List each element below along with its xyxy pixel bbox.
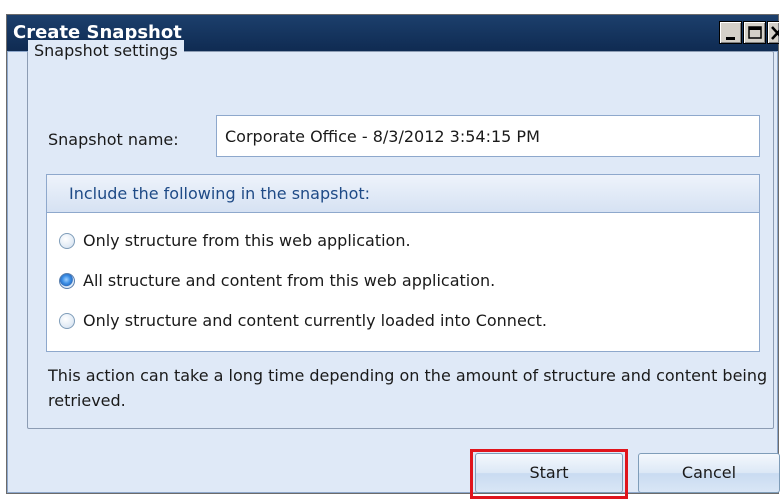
minimize-icon: [726, 37, 735, 40]
maximize-icon: [748, 26, 762, 39]
start-button[interactable]: Start: [475, 453, 623, 493]
close-button[interactable]: [767, 21, 779, 44]
radio-button-checked[interactable]: [59, 272, 75, 289]
include-options-panel: Include the following in the snapshot: O…: [46, 174, 760, 352]
info-message: This action can take a long time dependi…: [48, 366, 768, 410]
option-loaded-into-connect[interactable]: Only structure and content currently loa…: [59, 307, 547, 335]
group-label: Snapshot settings: [28, 40, 184, 62]
snapshot-name-label: Snapshot name:: [48, 130, 179, 149]
maximize-button[interactable]: [743, 21, 766, 44]
snapshot-name-input[interactable]: [216, 115, 760, 157]
close-icon: [771, 26, 779, 40]
cancel-button[interactable]: Cancel: [638, 453, 780, 493]
radio-button[interactable]: [59, 232, 75, 249]
option-label: Only structure and content currently loa…: [83, 311, 547, 330]
radio-button[interactable]: [59, 312, 75, 329]
option-label: Only structure from this web application…: [83, 231, 411, 250]
option-label: All structure and content from this web …: [83, 271, 496, 290]
include-options-header: Include the following in the snapshot:: [47, 175, 759, 213]
create-snapshot-dialog: Create Snapshot Snapshot settings Snapsh…: [6, 14, 780, 499]
option-all-structure-content[interactable]: All structure and content from this web …: [59, 267, 495, 295]
minimize-button[interactable]: [719, 21, 742, 44]
option-structure-only[interactable]: Only structure from this web application…: [59, 227, 411, 255]
